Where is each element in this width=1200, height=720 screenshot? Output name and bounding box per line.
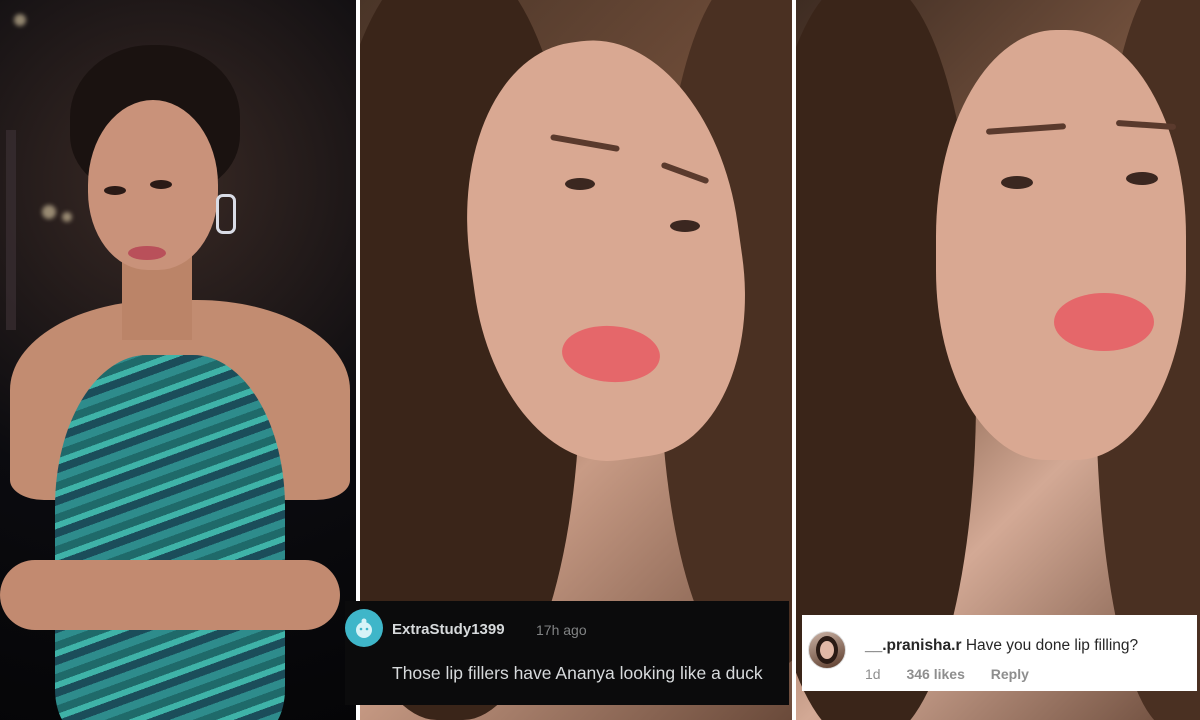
arm bbox=[0, 560, 340, 630]
lips bbox=[1054, 293, 1154, 351]
earring bbox=[216, 194, 236, 234]
eye bbox=[104, 186, 126, 195]
instagram-username[interactable]: __.pranisha.r bbox=[865, 637, 962, 654]
photo-panel-right bbox=[796, 0, 1200, 720]
reddit-comment-card: ExtraStudy1399 · 17h ago Those lip fille… bbox=[345, 601, 789, 705]
likes-count[interactable]: 346 likes bbox=[906, 666, 964, 682]
bokeh-light bbox=[62, 212, 72, 222]
separator-dot: · bbox=[499, 620, 504, 637]
eye bbox=[565, 178, 595, 190]
background-pole bbox=[6, 130, 16, 330]
eye bbox=[670, 220, 700, 232]
reddit-username[interactable]: ExtraStudy1399 bbox=[392, 621, 505, 638]
lips bbox=[128, 246, 166, 260]
bokeh-light bbox=[14, 14, 26, 26]
photo-panel-left bbox=[0, 0, 356, 720]
eye bbox=[1001, 176, 1033, 189]
comment-meta: 1d 346 likes Reply bbox=[865, 666, 1051, 682]
eye bbox=[1126, 172, 1158, 185]
avatar[interactable] bbox=[808, 631, 846, 669]
reddit-comment-text: Those lip fillers have Ananya looking li… bbox=[392, 663, 763, 683]
comment-age: 1d bbox=[865, 666, 881, 682]
reply-button[interactable]: Reply bbox=[991, 666, 1029, 682]
comment-line: __.pranisha.r Have you done lip filling? bbox=[865, 637, 1138, 655]
avatar-face bbox=[820, 641, 834, 659]
comment-timestamp: 17h ago bbox=[536, 622, 587, 638]
face bbox=[936, 30, 1186, 460]
eye bbox=[150, 180, 172, 189]
reddit-snoo-icon[interactable] bbox=[345, 609, 383, 647]
bokeh-light bbox=[42, 205, 56, 219]
sequin-dress bbox=[55, 355, 285, 720]
snoo-glyph bbox=[356, 618, 372, 638]
instagram-comment-text: Have you done lip filling? bbox=[965, 637, 1139, 654]
instagram-comment-card: __.pranisha.r Have you done lip filling?… bbox=[802, 615, 1197, 691]
